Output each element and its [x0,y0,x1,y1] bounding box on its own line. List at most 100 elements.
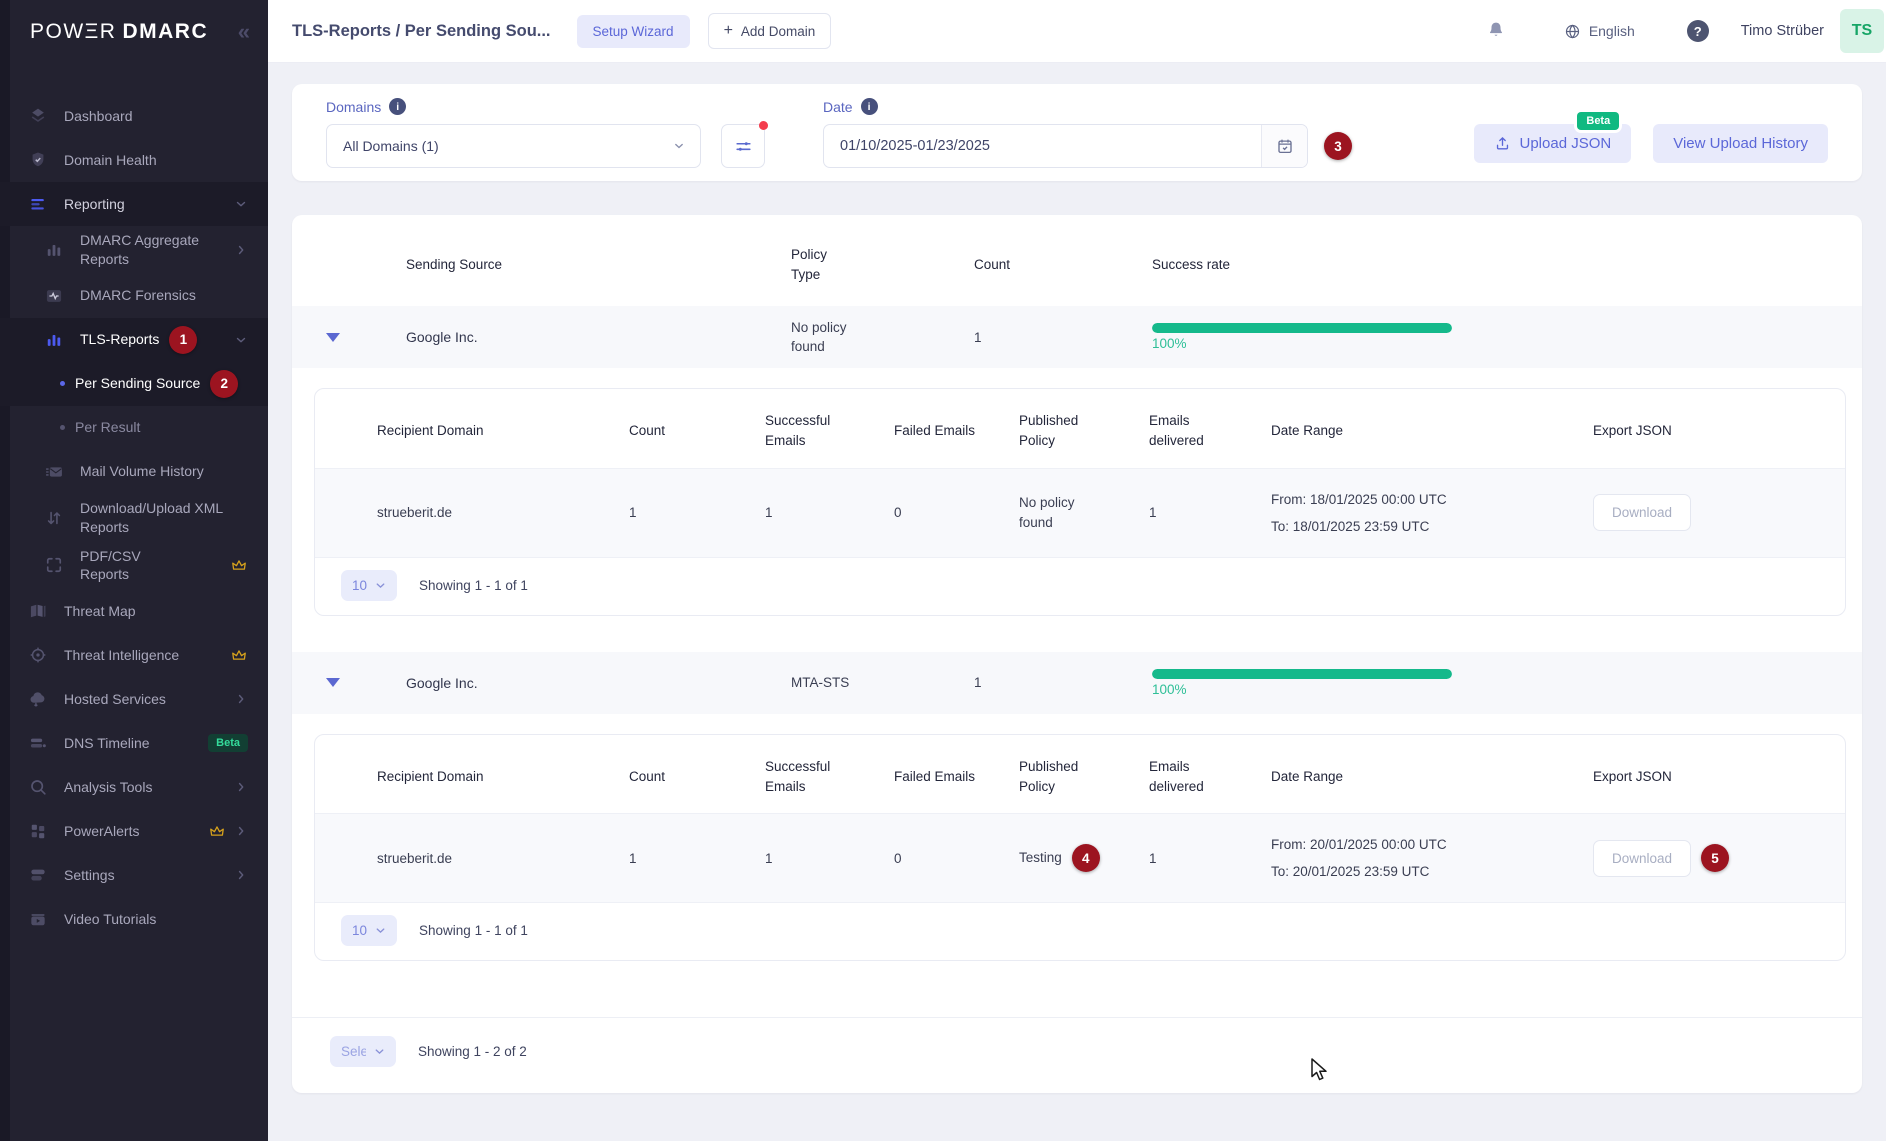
sidebar-item-threat-map[interactable]: Threat Map [0,589,268,633]
sidebar-item-label: Hosted Services [64,690,166,709]
date-from: From: 20/01/2025 00:00 UTC [1271,837,1593,852]
sidebar-item-reporting[interactable]: Reporting [0,182,268,226]
avatar[interactable]: TS [1840,9,1884,53]
bullet-icon [60,381,65,386]
page-size-select[interactable]: 10 [341,915,397,946]
upload-json-label: Upload JSON [1520,135,1612,152]
collapse-arrow-icon[interactable] [326,333,340,342]
sidebar-item-label: Domain Health [64,151,157,170]
sidebar-item-per-sending-source[interactable]: Per Sending Source2 [0,362,268,406]
sidebar-item-settings[interactable]: Settings [0,853,268,897]
emails-delivered-value: 1 [1149,505,1271,520]
sidebar-item-per-result[interactable]: Per Result [0,406,268,450]
sidebar-item-label: PDF/CSV Reports [80,547,156,585]
col-emails-delivered: Emails delivered [1149,411,1231,452]
sidebar-item-analysis-tools[interactable]: Analysis Tools [0,765,268,809]
filter-notification-dot [759,121,768,130]
download-button[interactable]: Download [1593,494,1691,531]
setup-wizard-button[interactable]: Setup Wizard [577,15,690,48]
col-emails-delivered: Emails delivered [1149,757,1231,798]
date-filter-group: Date i 01/10/2025-01/23/2025 3 [823,98,1352,168]
info-icon[interactable]: i [861,98,878,115]
domains-select[interactable]: All Domains (1) [326,124,701,168]
sidebar-item-label: DNS Timeline [64,734,150,753]
detail-table: Recipient Domain Count Successful Emails… [314,388,1846,616]
add-domain-button[interactable]: + Add Domain [708,13,832,49]
successful-emails-value: 1 [765,505,894,520]
topbar: TLS-Reports / Per Sending Sou... Setup W… [268,0,1886,63]
content: Domains i All Domains (1) [268,63,1886,1141]
sidebar-item-dmarc-forensics[interactable]: DMARC Forensics [0,274,268,318]
sidebar-item-threat-intelligence[interactable]: Threat Intelligence [0,633,268,677]
aggregate-icon [44,240,64,260]
search-icon [28,777,48,797]
col-published-policy: Published Policy [1019,411,1101,452]
success-rate-cell: 100% [1152,669,1862,697]
date-range-value: From: 20/01/2025 00:00 UTC To: 20/01/202… [1271,837,1593,879]
report-pagination: Sele Showing 1 - 2 of 2 [292,1017,1862,1067]
add-domain-label: Add Domain [741,24,815,39]
help-icon[interactable]: ? [1687,20,1709,42]
plus-icon: + [724,23,733,39]
sidebar-item-domain-health[interactable]: Domain Health [0,138,268,182]
col-date-range: Date Range [1271,767,1593,787]
success-rate-bar [1152,323,1452,333]
sidebar-item-video-tutorials[interactable]: Video Tutorials [0,897,268,941]
topbar-right: English ? Timo Strüber TS [1486,9,1886,53]
filter-card: Domains i All Domains (1) [292,84,1862,181]
sidebar-item-label: PowerAlerts [64,822,139,841]
col-successful-emails: Successful Emails [765,411,847,452]
date-to: To: 18/01/2025 23:59 UTC [1271,519,1593,534]
powerdmarc-logo: POWΞRDMARC [30,20,208,44]
annotation-badge-2: 2 [210,370,238,398]
sidebar-item-download-upload-xml-reports[interactable]: Download/Upload XML Reports [0,494,268,542]
sending-source-value: Google Inc. [406,329,791,345]
sidebar-item-pdf-csv-reports[interactable]: PDF/CSV Reports [0,542,268,590]
domains-filter-group: Domains i All Domains (1) [326,98,765,168]
advanced-filter-button[interactable] [721,124,765,168]
user-name: Timo Strüber [1741,23,1824,39]
report-card: Sending Source Policy Type Count Success… [292,215,1862,1093]
calendar-icon [1276,137,1294,155]
calendar-button[interactable] [1261,125,1307,167]
sidebar-item-label: DMARC Aggregate Reports [80,231,212,269]
info-icon[interactable]: i [389,98,406,115]
col-failed-emails: Failed Emails [894,421,976,441]
bullet-icon [60,425,65,430]
sidebar-item-dashboard[interactable]: Dashboard [0,94,268,138]
logo-row: POWΞRDMARC « [0,0,268,64]
sidebar-item-tls-reports[interactable]: TLS-Reports1 [0,318,268,362]
sidebar-item-poweralerts[interactable]: PowerAlerts [0,809,268,853]
chevron-right-icon [234,692,248,706]
sidebar-collapse-icon[interactable]: « [238,19,250,45]
shield-icon [28,150,48,170]
upload-icon [1494,135,1511,152]
language-selector[interactable]: English [1564,23,1635,40]
page-size-select[interactable]: 10 [341,570,397,601]
date-label: Date [823,99,853,115]
sliders-icon [734,137,753,156]
collapse-arrow-icon[interactable] [326,678,340,687]
chevron-right-icon [234,824,248,838]
date-range-input[interactable]: 01/10/2025-01/23/2025 [823,124,1308,168]
sidebar-item-dns-timeline[interactable]: DNS TimelineBeta [0,721,268,765]
failed-emails-value: 0 [894,505,1019,520]
page-size-select[interactable]: Sele [330,1036,396,1067]
recipient-domain-value: strueberit.de [377,505,629,520]
col-date-range: Date Range [1271,421,1593,441]
col-failed-emails: Failed Emails [894,767,976,787]
date-from: From: 18/01/2025 00:00 UTC [1271,492,1593,507]
failed-emails-value: 0 [894,851,1019,866]
sidebar-item-hosted-services[interactable]: Hosted Services [0,677,268,721]
view-upload-history-button[interactable]: View Upload History [1653,124,1828,163]
target-icon [28,645,48,665]
pdfcsv-icon [44,555,64,575]
download-button[interactable]: Download [1593,840,1691,877]
sidebar-item-dmarc-aggregate-reports[interactable]: DMARC Aggregate Reports [0,226,268,274]
sidebar-item-mail-volume-history[interactable]: Mail Volume History [0,450,268,494]
sidebar-item-label: DMARC Forensics [80,286,196,305]
count-value: 1 [974,675,1152,690]
notifications-bell-icon[interactable] [1486,20,1506,42]
col-count: Count [629,421,765,441]
domains-select-value: All Domains (1) [343,138,439,154]
